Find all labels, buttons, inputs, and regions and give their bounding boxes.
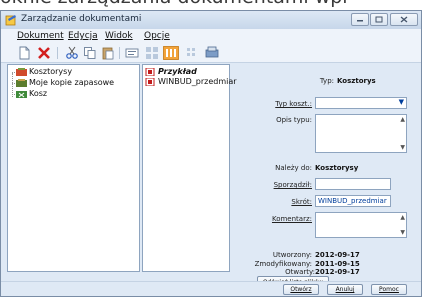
- scroll-down-icon: ▼: [400, 144, 405, 151]
- help-button[interactable]: Pomoc: [371, 284, 407, 295]
- view-details-icon[interactable]: [163, 46, 179, 60]
- utworzony-value: 2012-09-17: [315, 251, 360, 259]
- folder-icon: [16, 78, 27, 87]
- file-item-winbud[interactable]: WINBUD_przedmiar: [145, 77, 237, 86]
- document-icon: [145, 67, 155, 76]
- file-item-przyklad[interactable]: Przykład: [145, 67, 197, 76]
- zmodyfikowany-value: 2011-09-15: [315, 260, 360, 268]
- background-caption: oknie zarządzania dokumentami wpi: [0, 0, 422, 8]
- tree-item-moje-kopie[interactable]: Moje kopie zapasowe: [16, 78, 114, 87]
- paste-icon[interactable]: [101, 46, 115, 60]
- view-small-icons-icon[interactable]: [185, 46, 199, 60]
- minimize-button[interactable]: [351, 13, 369, 26]
- menu-opcje[interactable]: Opcje: [144, 31, 170, 41]
- copy-icon[interactable]: [83, 46, 97, 60]
- maximize-icon: [375, 16, 383, 23]
- nalezy-do-label: Należy do:: [275, 164, 312, 172]
- opis-typu-label: Opis typu:: [276, 116, 312, 124]
- maximize-button[interactable]: [370, 13, 388, 26]
- menu-widok[interactable]: Widok: [105, 31, 133, 41]
- otwarty-label: Otwarty:: [285, 268, 315, 276]
- chevron-down-icon: ▼: [398, 98, 404, 106]
- komentarz-label: Komentarz:: [271, 215, 312, 223]
- view-large-icons-icon[interactable]: [145, 46, 159, 60]
- cut-icon[interactable]: [65, 46, 79, 60]
- document-icon: [145, 77, 155, 86]
- app-icon: [5, 15, 16, 26]
- folder-icon: [16, 67, 27, 76]
- nalezy-do-value: Kosztorysy: [315, 164, 359, 172]
- cancel-button[interactable]: Anuluj: [327, 284, 363, 295]
- toolbar-separator: [57, 47, 58, 59]
- menu-bar: Dokument Edycja Widok Opcje: [1, 29, 421, 44]
- close-icon: [400, 16, 408, 23]
- skrot-input[interactable]: WINBUD_przedmiar: [315, 195, 391, 207]
- delete-icon[interactable]: [37, 46, 51, 60]
- scroll-down-icon: ▼: [400, 229, 405, 236]
- settings-icon[interactable]: [205, 46, 219, 60]
- komentarz-textarea[interactable]: ▲ ▼: [315, 212, 407, 238]
- menu-dokument[interactable]: Dokument: [17, 31, 64, 41]
- document-manager-window: Zarządzanie dokumentami Dokument Edycja …: [0, 10, 422, 297]
- view-list-icon[interactable]: [125, 46, 139, 60]
- scroll-up-icon: ▲: [400, 116, 405, 123]
- skrot-label: Skrót:: [291, 198, 312, 206]
- tree-item-kosztorysy[interactable]: Kosztorysy: [16, 67, 72, 76]
- scroll-up-icon: ▲: [400, 214, 405, 221]
- file-item-label: Przykład: [158, 67, 197, 76]
- zmodyfikowany-label: Zmodyfikowany:: [254, 260, 312, 268]
- trash-folder-icon: [16, 90, 27, 98]
- utworzony-label: Utworzony:: [272, 251, 312, 259]
- title-bar: Zarządzanie dokumentami: [1, 11, 421, 29]
- tree-item-kosz[interactable]: Kosz: [16, 89, 47, 98]
- toolbar: [1, 44, 421, 63]
- window-title: Zarządzanie dokumentami: [21, 14, 142, 24]
- minimize-icon: [357, 20, 363, 22]
- new-document-icon[interactable]: [17, 46, 31, 60]
- typ-koszt-select[interactable]: ▼: [315, 97, 407, 109]
- typ-koszt-label: Typ koszt.:: [275, 100, 312, 108]
- typ-value: Kosztorys: [337, 77, 376, 85]
- folder-tree-pane: Kosztorysy Moje kopie zapasowe Kosz: [7, 64, 140, 272]
- toolbar-separator: [119, 47, 120, 59]
- file-item-label: WINBUD_przedmiar: [158, 77, 237, 86]
- menu-edycja[interactable]: Edycja: [68, 31, 98, 41]
- file-list-pane: Przykład WINBUD_przedmiar: [142, 64, 237, 272]
- tree-item-label: Kosztorysy: [29, 67, 73, 76]
- sporzadzil-input[interactable]: [315, 178, 391, 190]
- close-button[interactable]: [390, 13, 418, 26]
- opis-typu-textarea[interactable]: ▲ ▼: [315, 114, 407, 153]
- details-panel: Typ: Kosztorys Typ koszt.: ▼ Opis typu: …: [232, 64, 418, 272]
- otwarty-value: 2012-09-17: [315, 268, 360, 276]
- tree-item-label: Kosz: [29, 89, 48, 98]
- typ-label: Typ:: [319, 77, 334, 85]
- tree-item-label: Moje kopie zapasowe: [29, 78, 115, 87]
- open-button[interactable]: Otwórz: [283, 284, 319, 295]
- sporzadzil-label: Sporządził:: [273, 181, 312, 189]
